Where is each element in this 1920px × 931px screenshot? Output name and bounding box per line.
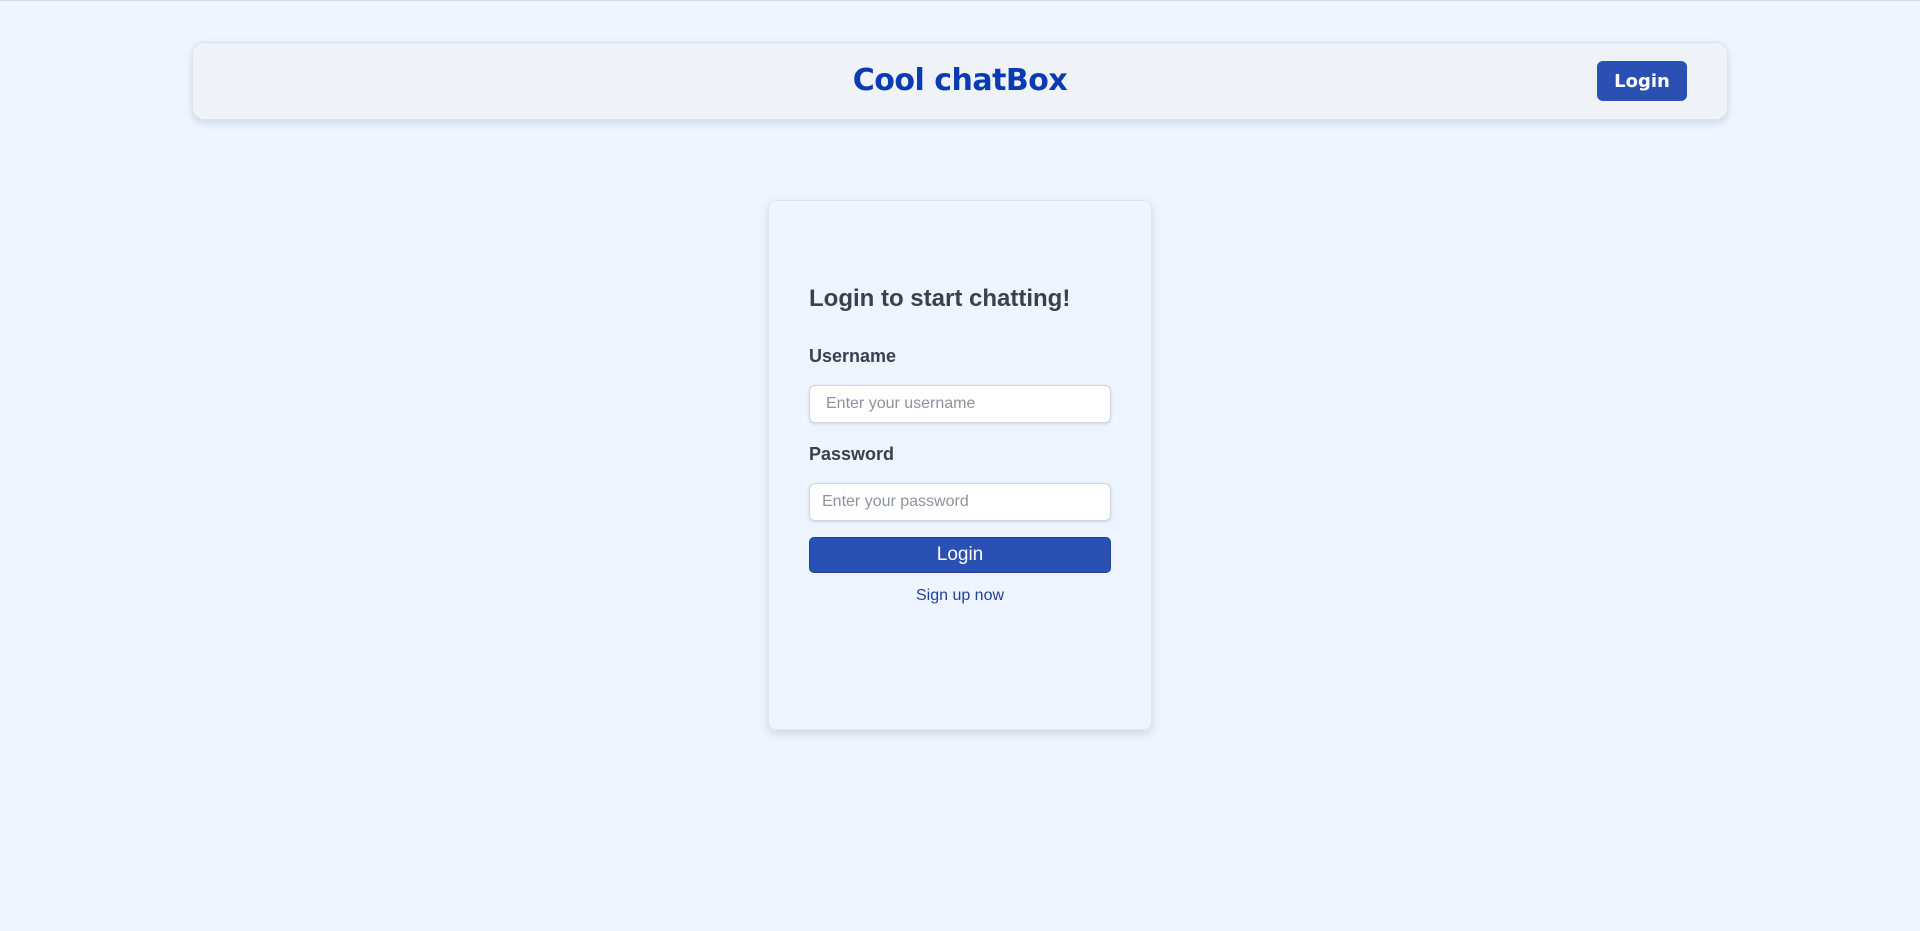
password-label: Password — [809, 444, 895, 464]
password-input[interactable] — [809, 483, 1111, 521]
top-navbar: Cool chatBox Login — [192, 42, 1728, 120]
username-input[interactable] — [809, 385, 1111, 423]
login-submit-button[interactable]: Login — [809, 537, 1111, 573]
window-top-border — [0, 0, 1920, 1]
login-card: Login to start chatting! Username Passwo… — [768, 200, 1152, 730]
signup-link[interactable]: Sign up now — [809, 587, 1111, 605]
login-card-title: Login to start chatting! — [809, 285, 1071, 312]
username-label: Username — [809, 346, 897, 366]
app-brand-title: Cool chatBox — [852, 63, 1068, 98]
header-login-button[interactable]: Login — [1597, 61, 1687, 101]
